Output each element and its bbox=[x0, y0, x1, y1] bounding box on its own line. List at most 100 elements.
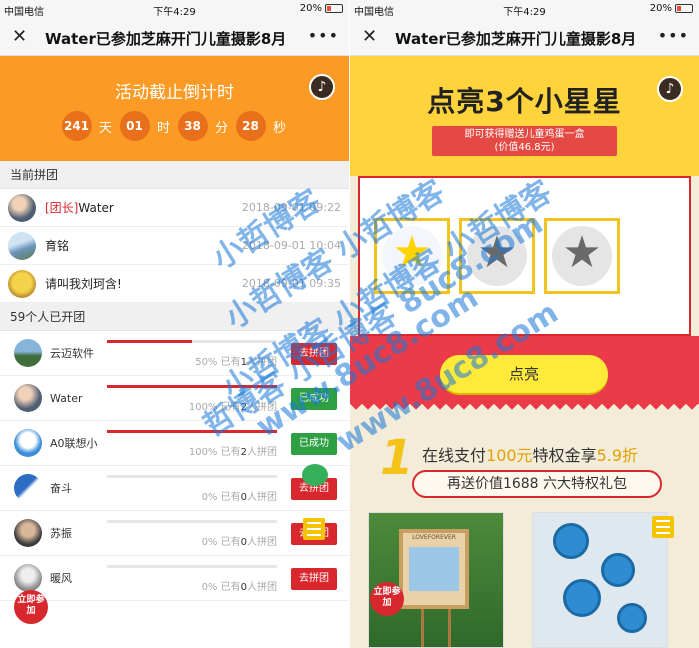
menu-float-icon[interactable] bbox=[303, 518, 325, 540]
progress-prefix: 已有 bbox=[220, 402, 241, 413]
more-icon[interactable]: ••• bbox=[308, 26, 339, 45]
menu-float-icon[interactable] bbox=[652, 516, 674, 538]
status-bar: 中国电信 下午4:29 20% bbox=[0, 0, 349, 18]
page-title: Water已参加芝麻开门儿童摄影8月 bbox=[45, 30, 287, 48]
group-success-button[interactable]: 已成功 bbox=[291, 433, 337, 455]
group-progress-bar bbox=[107, 565, 277, 568]
group-row: 奋斗 0% 已有0人拼团 去拼团 bbox=[0, 466, 349, 511]
group-progress-info: 100% 已有2人拼团 bbox=[150, 443, 277, 458]
seconds-unit: 秒 bbox=[272, 120, 286, 136]
group-progress-bar bbox=[107, 520, 277, 523]
countdown-label: 活动截止倒计时 bbox=[115, 83, 234, 103]
screenshot-composite: 中国电信 下午4:29 20% ✕ Water已参加芝麻开门儿童摄影8月 •••… bbox=[0, 0, 699, 648]
photo-frame-image: LOVEFOREVER bbox=[399, 529, 469, 609]
countdown-seconds: 28 bbox=[235, 111, 266, 141]
promo-prefix: 在线支付 bbox=[422, 446, 487, 465]
promo-gift-pack: 再送价值1688 六大特权礼包 bbox=[412, 470, 662, 498]
countdown-days: 241 bbox=[61, 111, 92, 141]
member-row: 育铭 2018-09-01 10:04 bbox=[0, 227, 349, 265]
reward-text: 即可获得赠送儿童鸡蛋一盒 bbox=[464, 129, 585, 140]
member-name: 请叫我刘珂含! bbox=[45, 277, 122, 291]
star-icon: ★ bbox=[562, 227, 602, 278]
avatar bbox=[14, 339, 42, 367]
page-title: Water已参加芝麻开门儿童摄影8月 bbox=[395, 30, 637, 48]
member-name: 育铭 bbox=[45, 239, 70, 253]
reward-ribbon: 即可获得赠送儿童鸡蛋一盒 (价值46.8元) bbox=[432, 126, 617, 156]
progress-percent: 0% bbox=[201, 492, 218, 503]
avatar bbox=[14, 474, 42, 502]
battery-status: 20% bbox=[650, 3, 693, 14]
progress-suffix: 人拼团 bbox=[247, 492, 277, 503]
join-time: 2018-09-01 09:22 bbox=[241, 201, 341, 214]
product-card-toys[interactable] bbox=[532, 512, 668, 648]
star-icon: ★ bbox=[392, 227, 432, 278]
music-note-icon[interactable]: ♪ bbox=[657, 76, 683, 102]
navigation-bar: ✕ Water已参加芝麻开门儿童摄影8月 ••• bbox=[350, 18, 699, 56]
progress-prefix: 已有 bbox=[220, 447, 241, 458]
group-progress-info: 0% 已有0人拼团 bbox=[150, 533, 277, 548]
battery-percent: 20% bbox=[299, 3, 322, 14]
star-slot-2[interactable]: ★ bbox=[459, 218, 535, 294]
promo-amount: 100元 bbox=[486, 446, 533, 465]
easel-image bbox=[421, 609, 451, 647]
group-leader-name: 云迈软件 bbox=[50, 347, 94, 360]
minutes-unit: 分 bbox=[214, 120, 228, 136]
group-progress-fill bbox=[107, 340, 192, 343]
progress-percent: 100% bbox=[188, 402, 218, 413]
current-group-heading: 当前拼团 bbox=[0, 161, 349, 189]
frame-caption: LOVEFOREVER bbox=[412, 534, 456, 541]
navigation-bar: ✕ Water已参加芝麻开门儿童摄影8月 ••• bbox=[0, 18, 349, 56]
member-row: [团长]Water 2018-09-01 09:22 bbox=[0, 189, 349, 227]
promo-number: 1 bbox=[380, 430, 414, 486]
join-now-float-button[interactable]: 立即参加 bbox=[370, 582, 404, 616]
chat-bubble-icon[interactable] bbox=[302, 464, 328, 486]
toy-image bbox=[563, 579, 601, 617]
right-phone-screen: 中国电信 下午4:29 20% ✕ Water已参加芝麻开门儿童摄影8月 •••… bbox=[350, 0, 699, 648]
music-note-icon[interactable]: ♪ bbox=[309, 74, 335, 100]
leader-tag: [团长] bbox=[45, 201, 79, 215]
group-leader-name: 奋斗 bbox=[50, 482, 72, 495]
progress-suffix: 人拼团 bbox=[247, 537, 277, 548]
join-group-button[interactable]: 去拼团 bbox=[291, 568, 337, 590]
promo-mid: 特权金享 bbox=[532, 446, 597, 465]
join-group-button[interactable]: 去拼团 bbox=[291, 343, 337, 365]
progress-percent: 100% bbox=[188, 447, 218, 458]
group-progress-bar bbox=[107, 385, 277, 388]
join-time: 2018-09-01 10:04 bbox=[241, 239, 341, 252]
group-progress-fill bbox=[107, 430, 277, 433]
battery-icon bbox=[325, 4, 343, 13]
hours-unit: 时 bbox=[156, 120, 170, 136]
group-progress-info: 0% 已有0人拼团 bbox=[150, 578, 277, 593]
light-up-button[interactable]: 点亮 bbox=[440, 355, 608, 393]
join-now-float-button[interactable]: 立即参加 bbox=[14, 590, 48, 624]
more-icon[interactable]: ••• bbox=[658, 26, 689, 45]
promo-discount: 5.9折 bbox=[596, 446, 639, 465]
group-leader-name: 暖风 bbox=[50, 572, 72, 585]
toy-image bbox=[601, 553, 635, 587]
zigzag-edge bbox=[350, 404, 699, 416]
star-slot-1[interactable]: ★ bbox=[374, 218, 450, 294]
group-progress-bar bbox=[107, 475, 277, 478]
progress-prefix: 已有 bbox=[220, 492, 241, 503]
close-icon[interactable]: ✕ bbox=[362, 26, 377, 47]
group-success-button[interactable]: 已成功 bbox=[291, 388, 337, 410]
clock: 下午4:29 bbox=[503, 7, 546, 18]
battery-percent: 20% bbox=[649, 3, 672, 14]
countdown-hours: 01 bbox=[119, 111, 150, 141]
progress-prefix: 已有 bbox=[220, 357, 241, 368]
product-card-photo-frame[interactable]: LOVEFOREVER bbox=[368, 512, 504, 648]
group-row: A0联想小 100% 已有2人拼团 已成功 bbox=[0, 421, 349, 466]
promo-section: 1 在线支付100元特权金享5.9折 再送价值1688 六大特权礼包 LOVEF… bbox=[350, 416, 699, 648]
join-time: 2018-09-01 09:35 bbox=[241, 277, 341, 290]
countdown-minutes: 38 bbox=[177, 111, 208, 141]
avatar bbox=[8, 193, 36, 222]
progress-suffix: 人拼团 bbox=[247, 447, 277, 458]
progress-prefix: 已有 bbox=[220, 582, 241, 593]
group-progress-fill bbox=[107, 385, 277, 388]
group-row: 苏振0% 已有0人拼团去拼团 bbox=[0, 511, 349, 556]
star-icon: ★ bbox=[477, 227, 517, 278]
group-progress-info: 50% 已有1人拼团 bbox=[150, 353, 277, 368]
close-icon[interactable]: ✕ bbox=[12, 26, 27, 47]
group-row: 暖风 0% 已有0人拼团 去拼团 bbox=[0, 556, 349, 601]
star-slot-3[interactable]: ★ bbox=[544, 218, 620, 294]
